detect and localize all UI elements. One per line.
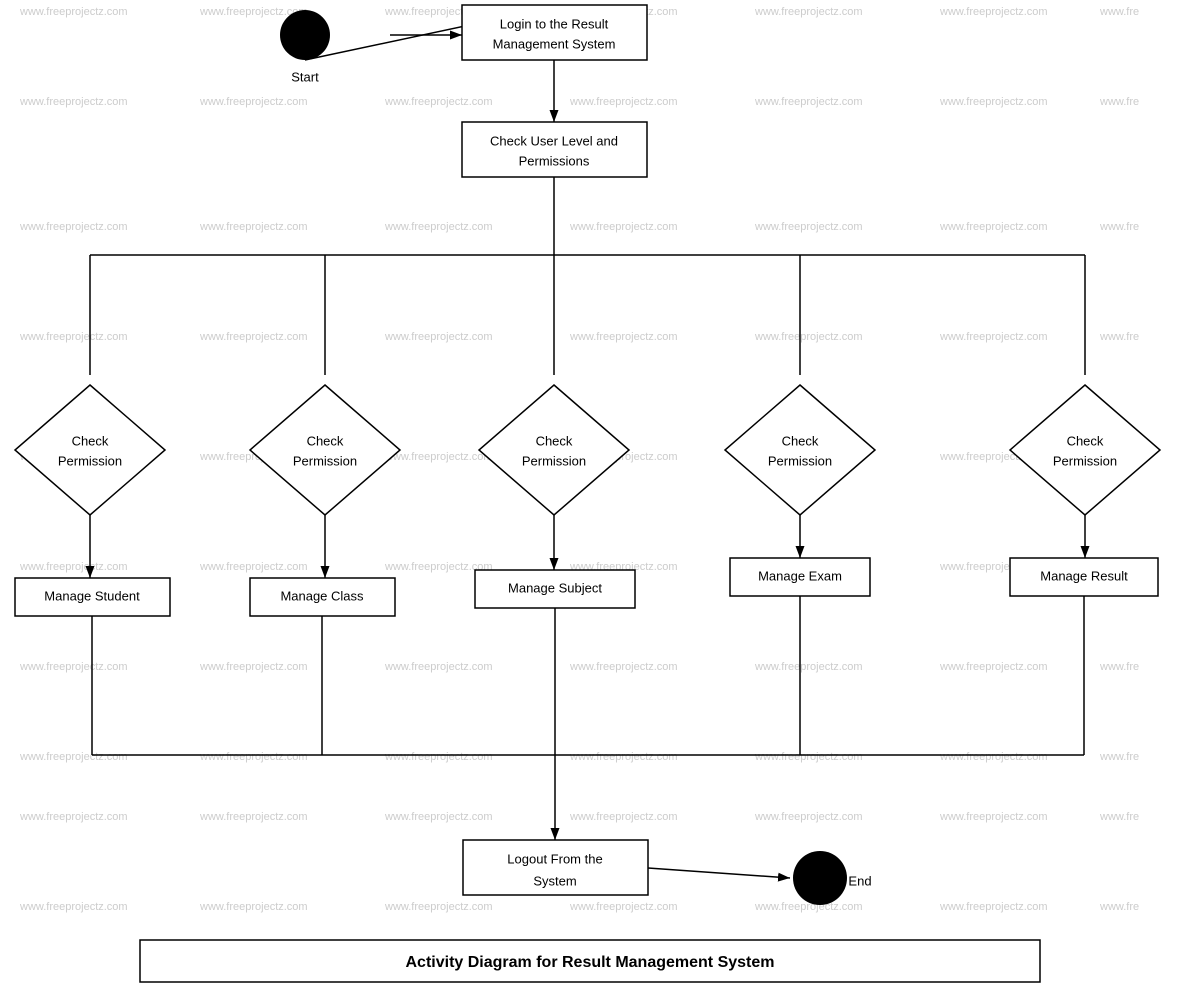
svg-text:www.freeprojectz.com: www.freeprojectz.com [19,96,128,108]
check-permissions-text-2: Permissions [519,153,590,168]
manage-student-text: Manage Student [44,588,140,603]
svg-text:www.freeprojectz.com: www.freeprojectz.com [754,661,863,673]
login-text-1: Login to the Result [500,16,609,31]
svg-text:www.freeprojectz.com: www.freeprojectz.com [19,331,128,343]
svg-text:www.freeprojectz.com: www.freeprojectz.com [939,6,1048,18]
svg-text:www.freeprojectz.com: www.freeprojectz.com [384,751,493,763]
svg-text:www.freeprojectz.com: www.freeprojectz.com [199,811,308,823]
svg-text:www.freeprojectz.com: www.freeprojectz.com [754,221,863,233]
diamond-1-text-2: Permission [58,453,122,468]
svg-text:www.freeprojectz.com: www.freeprojectz.com [939,751,1048,763]
diamond-3 [479,385,629,515]
svg-text:www.freeprojectz.com: www.freeprojectz.com [384,331,493,343]
login-box [462,5,647,60]
svg-text:www.freeprojectz.com: www.freeprojectz.com [199,901,308,913]
svg-text:www.freeprojectz.com: www.freeprojectz.com [754,901,863,913]
diamond-4-text-1: Check [782,433,819,448]
svg-text:www.freeprojectz.com: www.freeprojectz.com [939,331,1048,343]
svg-text:www.freeprojectz.com: www.freeprojectz.com [19,6,128,18]
check-permissions-text-1: Check User Level and [490,133,618,148]
manage-class-text: Manage Class [280,588,364,603]
footer-title: Activity Diagram for Result Management S… [406,954,775,971]
diamond-2 [250,385,400,515]
svg-text:www.freeprojectz.com: www.freeprojectz.com [199,96,308,108]
logout-text-2: System [533,873,576,888]
svg-text:www.fre: www.fre [1099,6,1139,18]
start-node [280,10,330,60]
manage-subject-text: Manage Subject [508,580,602,595]
svg-text:www.fre: www.fre [1099,811,1139,823]
svg-text:www.freeprojectz.com: www.freeprojectz.com [939,811,1048,823]
svg-text:www.freeprojectz.com: www.freeprojectz.com [384,451,493,463]
diamond-1-text-1: Check [72,433,109,448]
svg-text:www.freeprojectz.com: www.freeprojectz.com [19,901,128,913]
svg-text:www.freeprojectz.com: www.freeprojectz.com [199,751,308,763]
diagram-container: www.freeprojectz.com www.freeprojectz.co… [0,0,1178,994]
svg-text:www.freeprojectz.com: www.freeprojectz.com [939,661,1048,673]
svg-text:www.freeprojectz.com: www.freeprojectz.com [199,561,308,573]
svg-text:www.fre: www.fre [1099,96,1139,108]
svg-text:www.freeprojectz.com: www.freeprojectz.com [939,901,1048,913]
svg-text:www.freeprojectz.com: www.freeprojectz.com [939,96,1048,108]
end-label: End [848,873,871,888]
svg-text:www.freeprojectz.com: www.freeprojectz.com [199,661,308,673]
start-label: Start [291,69,319,84]
svg-text:www.freeprojectz.com: www.freeprojectz.com [754,96,863,108]
svg-text:www.freeprojectz.com: www.freeprojectz.com [939,221,1048,233]
svg-text:www.freeprojectz.com: www.freeprojectz.com [754,6,863,18]
svg-text:www.freeprojectz.com: www.freeprojectz.com [19,751,128,763]
svg-text:www.freeprojectz.com: www.freeprojectz.com [199,221,308,233]
svg-text:www.freeprojectz.com: www.freeprojectz.com [569,661,678,673]
svg-text:www.freeprojectz.com: www.freeprojectz.com [754,811,863,823]
svg-text:www.freeprojectz.com: www.freeprojectz.com [19,811,128,823]
login-text-2: Management System [493,36,616,51]
svg-text:www.freeprojectz.com: www.freeprojectz.com [19,661,128,673]
diamond-2-text-2: Permission [293,453,357,468]
svg-text:www.freeprojectz.com: www.freeprojectz.com [384,96,493,108]
diamond-3-text-1: Check [536,433,573,448]
svg-text:www.fre: www.fre [1099,751,1139,763]
diamond-4-text-2: Permission [768,453,832,468]
diamond-5-text-2: Permission [1053,453,1117,468]
svg-text:www.fre: www.fre [1099,661,1139,673]
svg-text:www.freeprojectz.com: www.freeprojectz.com [384,661,493,673]
svg-text:www.freeprojectz.com: www.freeprojectz.com [754,751,863,763]
svg-text:www.fre: www.fre [1099,901,1139,913]
svg-text:www.freeprojectz.com: www.freeprojectz.com [754,331,863,343]
svg-text:www.freeprojectz.com: www.freeprojectz.com [569,751,678,763]
end-node [793,851,847,905]
svg-text:www.freeprojectz.com: www.freeprojectz.com [384,811,493,823]
svg-text:www.freeprojectz.com: www.freeprojectz.com [19,561,128,573]
svg-text:www.freeprojectz.com: www.freeprojectz.com [569,221,678,233]
check-permissions-box [462,122,647,177]
svg-text:www.freeprojectz.com: www.freeprojectz.com [569,96,678,108]
diamond-2-text-1: Check [307,433,344,448]
svg-text:www.fre: www.fre [1099,221,1139,233]
svg-text:www.freeprojectz.com: www.freeprojectz.com [569,331,678,343]
svg-text:www.freeprojectz.com: www.freeprojectz.com [199,331,308,343]
diamond-4 [725,385,875,515]
svg-text:www.freeprojectz.com: www.freeprojectz.com [569,811,678,823]
diamond-5 [1010,385,1160,515]
svg-text:www.freeprojectz.com: www.freeprojectz.com [19,221,128,233]
svg-text:www.freeprojectz.com: www.freeprojectz.com [384,221,493,233]
manage-exam-text: Manage Exam [758,568,842,583]
diamond-3-text-2: Permission [522,453,586,468]
diamond-5-text-1: Check [1067,433,1104,448]
diamond-1 [15,385,165,515]
logout-text-1: Logout From the [507,851,602,866]
svg-text:www.freeprojectz.com: www.freeprojectz.com [569,901,678,913]
svg-text:www.freeprojectz.com: www.freeprojectz.com [384,901,493,913]
manage-result-text: Manage Result [1040,568,1128,583]
svg-text:www.fre: www.fre [1099,331,1139,343]
